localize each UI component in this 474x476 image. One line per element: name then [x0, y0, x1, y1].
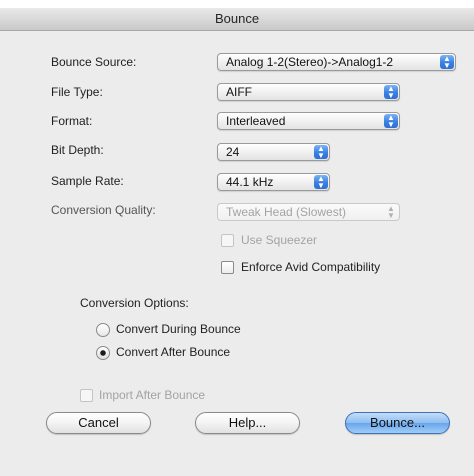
popup-arrows-icon: ▲ ▼ [387, 204, 395, 220]
import-after-bounce-label: Import After Bounce [99, 388, 206, 402]
file-type-label: File Type: [51, 85, 103, 99]
popup-arrows-icon: ▲ ▼ [314, 145, 328, 160]
bounce-button[interactable]: Bounce... [345, 412, 450, 434]
convert-during-bounce-radio[interactable] [96, 323, 110, 337]
convert-during-bounce-label: Convert During Bounce [116, 322, 241, 336]
cancel-button[interactable]: Cancel [46, 412, 151, 434]
convert-after-bounce-radio[interactable] [96, 346, 110, 360]
sample-rate-popup[interactable]: 44.1 kHz ▲ ▼ [217, 173, 330, 191]
popup-arrows-icon: ▲ ▼ [384, 114, 398, 129]
bounce-dialog: Bounce Bounce Source: Analog 1-2(Stereo)… [0, 0, 474, 476]
bit-depth-label: Bit Depth: [51, 143, 104, 157]
use-squeezer-label: Use Squeezer [241, 233, 318, 247]
bounce-source-popup[interactable]: Analog 1-2(Stereo)->Analog1-2 ▲ ▼ [217, 53, 456, 71]
sample-rate-value: 44.1 kHz [226, 175, 274, 189]
help-button[interactable]: Help... [195, 412, 300, 434]
bit-depth-value: 24 [226, 145, 240, 159]
use-squeezer-checkbox[interactable] [221, 234, 234, 247]
conversion-quality-popup[interactable]: Tweak Head (Slowest) ▲ ▼ [217, 203, 400, 221]
format-popup[interactable]: Interleaved ▲ ▼ [217, 112, 400, 130]
bit-depth-popup[interactable]: 24 ▲ ▼ [217, 143, 330, 161]
bounce-source-value: Analog 1-2(Stereo)->Analog1-2 [226, 55, 394, 69]
enforce-avid-label: Enforce Avid Compatibility [241, 260, 381, 274]
window-title: Bounce [0, 8, 474, 31]
bounce-source-label: Bounce Source: [51, 55, 137, 69]
sample-rate-label: Sample Rate: [51, 174, 124, 188]
convert-after-bounce-label: Convert After Bounce [116, 345, 231, 359]
top-strip [0, 0, 474, 8]
file-type-popup[interactable]: AIFF ▲ ▼ [217, 83, 400, 101]
conversion-quality-value: Tweak Head (Slowest) [226, 205, 347, 219]
dialog-content: Bounce Source: Analog 1-2(Stereo)->Analo… [0, 31, 474, 476]
popup-arrows-icon: ▲ ▼ [314, 175, 328, 190]
popup-arrows-icon: ▲ ▼ [440, 55, 454, 70]
enforce-avid-checkbox[interactable] [221, 261, 234, 274]
format-label: Format: [51, 114, 93, 128]
conversion-quality-label: Conversion Quality: [51, 203, 156, 217]
file-type-value: AIFF [226, 85, 252, 99]
import-after-bounce-checkbox[interactable] [80, 389, 93, 402]
conversion-options-label: Conversion Options: [80, 296, 189, 310]
popup-arrows-icon: ▲ ▼ [384, 85, 398, 100]
format-value: Interleaved [226, 114, 286, 128]
